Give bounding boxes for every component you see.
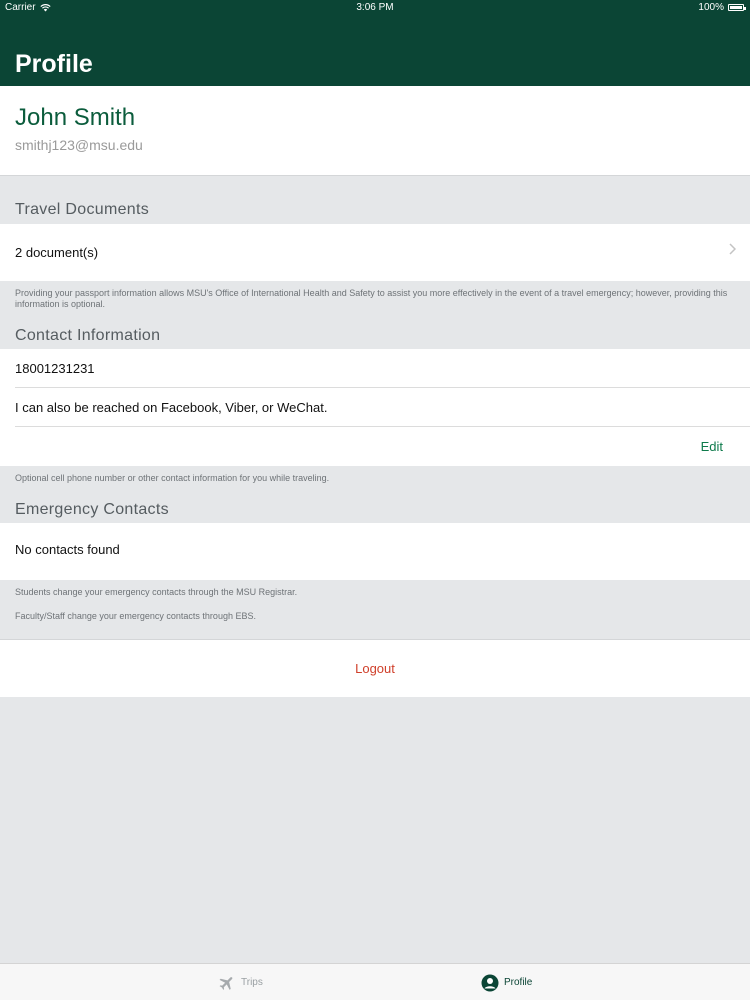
tab-trips[interactable]: Trips xyxy=(218,964,263,1000)
edit-contact-button[interactable]: Edit xyxy=(701,439,723,454)
emergency-contacts-heading: Emergency Contacts xyxy=(15,501,169,518)
contact-other: I can also be reached on Facebook, Viber… xyxy=(15,400,328,415)
status-battery: 100% xyxy=(698,2,746,13)
tab-trips-label: Trips xyxy=(241,977,263,988)
tab-profile[interactable]: Profile xyxy=(481,964,532,1000)
row-divider xyxy=(15,387,750,388)
contact-information-heading: Contact Information xyxy=(15,327,161,344)
emergency-contacts-row: No contacts found xyxy=(0,523,750,580)
battery-percent: 100% xyxy=(698,2,724,13)
app-header: Carrier 3:06 PM 100% Profile xyxy=(0,0,750,86)
travel-documents-heading: Travel Documents xyxy=(15,201,150,218)
contact-phone: 18001231231 xyxy=(15,361,95,376)
user-name: John Smith xyxy=(15,104,136,131)
status-time: 3:06 PM xyxy=(356,2,394,13)
row-divider xyxy=(15,426,750,427)
chevron-right-icon xyxy=(729,242,737,260)
page-title: Profile xyxy=(15,50,93,78)
travel-documents-footnote: Providing your passport information allo… xyxy=(15,288,728,309)
tab-bar: Trips Profile xyxy=(0,963,750,1000)
emergency-students-footnote: Students change your emergency contacts … xyxy=(15,587,298,597)
contact-information-footnote: Optional cell phone number or other cont… xyxy=(15,473,330,483)
user-card: John Smith smithj123@msu.edu xyxy=(0,86,750,176)
logout-button[interactable]: Logout xyxy=(0,661,750,676)
status-bar: Carrier 3:06 PM 100% xyxy=(0,0,750,16)
travel-documents-row[interactable]: 2 document(s) xyxy=(0,224,750,281)
documents-count: 2 document(s) xyxy=(15,245,99,260)
emergency-staff-footnote: Faculty/Staff change your emergency cont… xyxy=(15,611,256,621)
tab-profile-label: Profile xyxy=(504,977,533,988)
contact-information-card: 18001231231 I can also be reached on Fac… xyxy=(0,349,750,466)
person-icon xyxy=(481,974,499,991)
no-contacts-label: No contacts found xyxy=(15,542,120,557)
battery-icon xyxy=(728,4,746,11)
user-email: smithj123@msu.edu xyxy=(15,137,143,153)
logout-row[interactable]: Logout xyxy=(0,639,750,697)
airplane-icon xyxy=(219,976,233,990)
